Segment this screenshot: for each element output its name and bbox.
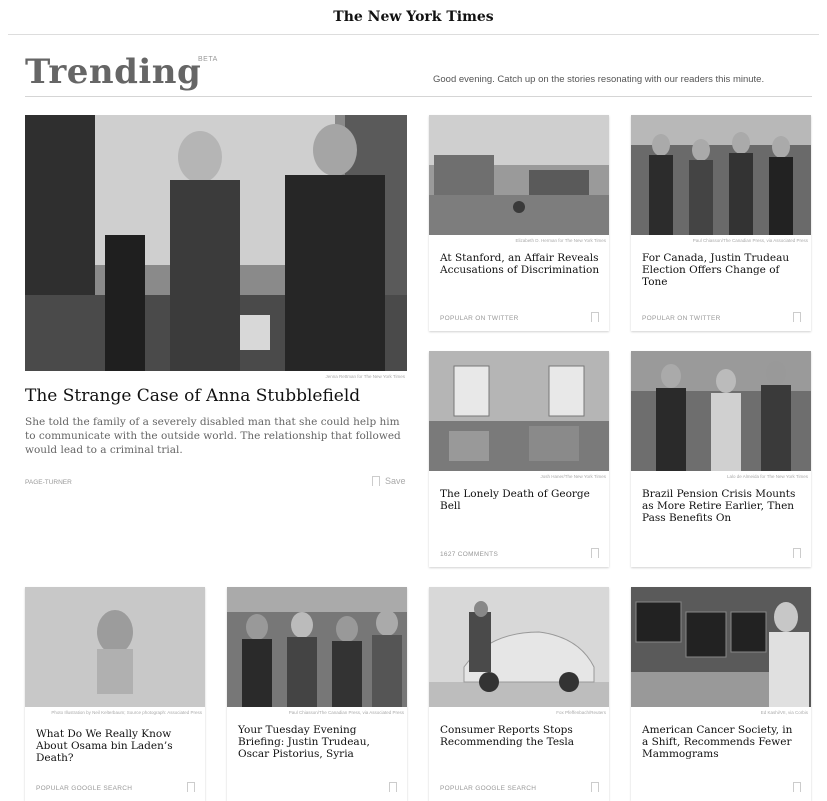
bookmark-icon[interactable] [793, 548, 801, 561]
story-card[interactable]: Ed Kashi/VII, via Corbis American Cancer… [631, 587, 811, 801]
story-photo [631, 351, 811, 471]
bookmark-icon[interactable] [591, 548, 599, 561]
story-tag: 1627 COMMENTS [440, 551, 499, 558]
photo-credit: Jenna Rettman for The New York Times [325, 374, 405, 379]
story-card[interactable]: Paul Chiasson/The Canadian Press, via As… [227, 587, 407, 801]
story-photo [25, 587, 205, 707]
story-photo [429, 351, 609, 471]
bookmark-icon[interactable] [591, 312, 599, 325]
photo-credit: Paul Chiasson/The Canadian Press, via As… [288, 710, 404, 715]
story-card[interactable]: Lalo de Almeida for The New York Times B… [631, 351, 811, 567]
feature-photo[interactable] [25, 115, 407, 371]
greeting-text: Good evening. Catch up on the stories re… [433, 74, 765, 85]
feature-headline[interactable]: The Strange Case of Anna Stubblefield [25, 386, 360, 406]
story-headline[interactable]: Consumer Reports Stops Recommending the … [440, 724, 590, 748]
photo-credit: Fox Pfeffenbach/Reuters [556, 710, 606, 715]
story-photo [631, 587, 811, 707]
divider [8, 34, 819, 35]
story-card[interactable]: Fox Pfeffenbach/Reuters Consumer Reports… [429, 587, 609, 801]
story-card[interactable]: Paul Chiasson/The Canadian Press, via As… [631, 115, 811, 331]
story-headline[interactable]: At Stanford, an Affair Reveals Accusatio… [440, 252, 600, 276]
story-card[interactable]: Josh Haner/The New York Times The Lonely… [429, 351, 609, 567]
photo-credit: Photo Illustration by Neil Kelterbaum; S… [51, 710, 202, 715]
feature-summary: She told the family of a severely disabl… [25, 416, 401, 456]
story-card[interactable]: Photo Illustration by Neil Kelterbaum; S… [25, 587, 205, 801]
feature-tag: PAGE-TURNER [25, 479, 72, 486]
bookmark-icon[interactable] [591, 782, 599, 795]
story-tag: POPULAR ON TWITTER [440, 315, 519, 322]
story-tag: POPULAR GOOGLE SEARCH [36, 785, 133, 792]
bookmark-icon[interactable] [793, 782, 801, 795]
save-button[interactable]: Save [385, 476, 406, 486]
story-card[interactable]: Elizabeth D. Herman for The New York Tim… [429, 115, 609, 331]
beta-badge: BETA [198, 56, 218, 63]
bookmark-icon[interactable] [372, 476, 380, 489]
photo-credit: Elizabeth D. Herman for The New York Tim… [515, 238, 606, 243]
photo-credit: Lalo de Almeida for The New York Times [727, 474, 808, 479]
photo-credit: Ed Kashi/VII, via Corbis [760, 710, 808, 715]
story-headline[interactable]: The Lonely Death of George Bell [440, 488, 600, 512]
bookmark-icon[interactable] [187, 782, 195, 795]
page-title: Trending [25, 52, 202, 92]
story-photo [429, 587, 609, 707]
story-tag: POPULAR ON TWITTER [642, 315, 721, 322]
story-headline[interactable]: Your Tuesday Evening Briefing: Justin Tr… [238, 724, 403, 760]
nyt-logo[interactable]: The New York Times [0, 0, 827, 34]
story-headline[interactable]: For Canada, Justin Trudeau Election Offe… [642, 252, 802, 288]
photo-credit: Paul Chiasson/The Canadian Press, via As… [692, 238, 808, 243]
story-tag: POPULAR GOOGLE SEARCH [440, 785, 537, 792]
photo-credit: Josh Haner/The New York Times [540, 474, 606, 479]
story-photo [429, 115, 609, 235]
story-headline[interactable]: What Do We Really Know About Osama bin L… [36, 728, 186, 764]
divider [25, 96, 812, 97]
bookmark-icon[interactable] [389, 782, 397, 795]
story-photo [631, 115, 811, 235]
bookmark-icon[interactable] [793, 312, 801, 325]
story-photo [227, 587, 407, 707]
story-headline[interactable]: American Cancer Society, in a Shift, Rec… [642, 724, 797, 760]
story-headline[interactable]: Brazil Pension Crisis Mounts as More Ret… [642, 488, 802, 524]
